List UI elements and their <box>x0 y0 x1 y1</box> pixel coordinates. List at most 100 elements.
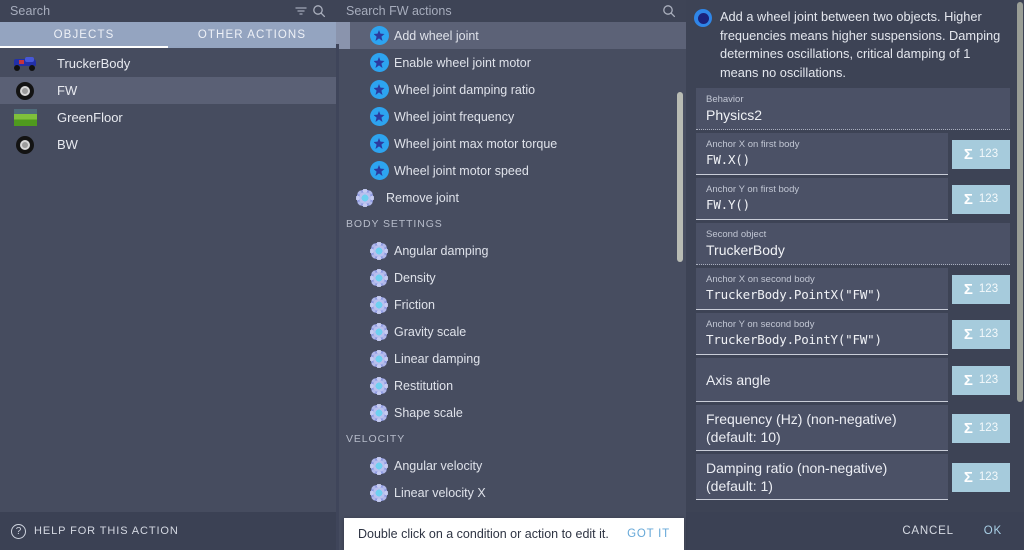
action-bullet-icon <box>694 9 712 27</box>
action-item-angular-velocity[interactable]: Angular velocity <box>336 452 686 479</box>
action-item-label: Gravity scale <box>394 324 467 339</box>
anchor-x-second-body-field[interactable]: Anchor X on second body TruckerBody.Poin… <box>696 268 948 310</box>
axis-angle-field[interactable]: Axis angle <box>696 358 948 402</box>
sigma-icon: Σ <box>963 419 973 437</box>
expression-editor-button[interactable]: Σ 123 <box>952 365 1010 395</box>
action-item-remove-joint[interactable]: Remove joint <box>336 184 686 211</box>
field-row-anchor-x-second-body: Anchor X on second body TruckerBody.Poin… <box>696 268 1010 310</box>
anchor-y-second-body-field[interactable]: Anchor Y on second body TruckerBody.Poin… <box>696 313 948 355</box>
action-item-shape-scale[interactable]: Shape scale <box>336 399 686 426</box>
action-item-linear-damping[interactable]: Linear damping <box>336 345 686 372</box>
tab-objects-label: OBJECTS <box>53 29 115 41</box>
gear-icon <box>364 376 394 395</box>
expression-editor-button[interactable]: Σ 123 <box>952 274 1010 304</box>
actions-search-input[interactable]: Search FW actions <box>346 4 660 18</box>
damping-ratio-field[interactable]: Damping ratio (non-negative) (default: 1… <box>696 454 948 500</box>
anchor-y-first-body-field[interactable]: Anchor Y on first body FW.Y() <box>696 178 948 220</box>
section-header-velocity: VELOCITY <box>346 433 406 445</box>
actions-list: Add wheel joint Enable wheel joint motor… <box>336 22 686 550</box>
ok-button[interactable]: OK <box>984 525 1002 537</box>
action-item-linear-velocity-x[interactable]: Linear velocity X <box>336 479 686 506</box>
field-value: TruckerBody.PointX("FW") <box>706 287 882 302</box>
parameter-fields: Behavior Physics2 Anchor X on first body… <box>686 88 1024 512</box>
objects-search-bar[interactable]: Search <box>0 0 336 22</box>
sigma-icon: Σ <box>963 468 973 486</box>
action-item-label: Add wheel joint <box>394 28 479 43</box>
tab-other-actions[interactable]: OTHER ACTIONS <box>168 22 336 48</box>
frequency-field[interactable]: Frequency (Hz) (non-negative) (default: … <box>696 405 948 451</box>
action-item-friction[interactable]: Friction <box>336 291 686 318</box>
number-label: 123 <box>978 148 999 160</box>
action-item-enable-wheel-joint-motor[interactable]: Enable wheel joint motor <box>336 49 686 76</box>
list-item-bw[interactable]: BW <box>0 131 336 158</box>
expression-editor-button[interactable]: Σ 123 <box>952 413 1010 443</box>
actions-search-bar[interactable]: Search FW actions <box>336 0 686 22</box>
help-label: HELP FOR THIS ACTION <box>34 525 179 537</box>
list-item-label: FW <box>57 83 78 98</box>
action-item-label: Shape scale <box>394 405 463 420</box>
field-row-frequency: Frequency (Hz) (non-negative) (default: … <box>696 405 1010 451</box>
action-item-restitution[interactable]: Restitution <box>336 372 686 399</box>
field-placeholder: Frequency (Hz) (non-negative) (default: … <box>706 411 897 445</box>
action-editor-dialog: Search OBJECTS OTHER ACTIONS TruckerBody… <box>0 0 1024 550</box>
search-icon[interactable] <box>310 2 328 20</box>
list-item-greenfloor[interactable]: GreenFloor <box>0 104 336 131</box>
list-item-label: BW <box>57 137 78 152</box>
gear-icon <box>364 295 394 314</box>
object-list: TruckerBody FW GreenFloor BW <box>0 48 336 512</box>
landscape-sprite-icon <box>12 108 38 127</box>
gear-icon <box>350 188 380 207</box>
action-item-wheel-joint-damping-ratio[interactable]: Wheel joint damping ratio <box>336 76 686 103</box>
search-icon[interactable] <box>660 2 678 20</box>
action-item-wheel-joint-frequency[interactable]: Wheel joint frequency <box>336 103 686 130</box>
action-item-gravity-scale[interactable]: Gravity scale <box>336 318 686 345</box>
truck-sprite-icon <box>12 54 38 73</box>
got-it-button[interactable]: GOT IT <box>627 528 670 540</box>
expression-editor-button[interactable]: Σ 123 <box>952 184 1010 214</box>
hint-tooltip: Double click on a condition or action to… <box>344 518 684 550</box>
parameters-panel: Add a wheel joint between two objects. H… <box>686 0 1024 550</box>
anchor-x-first-body-field[interactable]: Anchor X on first body FW.X() <box>696 133 948 175</box>
joint-icon <box>364 161 394 180</box>
list-item-truckerbody[interactable]: TruckerBody <box>0 50 336 77</box>
list-item-label: GreenFloor <box>57 110 123 125</box>
actions-list-scrollbar[interactable] <box>677 92 683 262</box>
action-item-density[interactable]: Density <box>336 264 686 291</box>
number-label: 123 <box>978 328 999 340</box>
objects-search-input[interactable]: Search <box>10 4 292 18</box>
list-left-edge <box>336 44 339 550</box>
filter-icon[interactable] <box>292 2 310 20</box>
expression-editor-button[interactable]: Σ 123 <box>952 462 1010 492</box>
help-for-this-action-button[interactable]: ? HELP FOR THIS ACTION <box>0 512 336 550</box>
gear-icon <box>364 268 394 287</box>
action-item-label: Angular velocity <box>394 458 483 473</box>
action-item-label: Density <box>394 270 436 285</box>
expression-editor-button[interactable]: Σ 123 <box>952 319 1010 349</box>
field-value: FW.Y() <box>706 197 750 212</box>
tab-objects[interactable]: OBJECTS <box>0 22 168 48</box>
list-item-label: TruckerBody <box>57 56 131 71</box>
objects-panel: Search OBJECTS OTHER ACTIONS TruckerBody… <box>0 0 336 550</box>
action-item-wheel-joint-max-motor-torque[interactable]: Wheel joint max motor torque <box>336 130 686 157</box>
expression-editor-button[interactable]: Σ 123 <box>952 139 1010 169</box>
second-object-field[interactable]: Second object TruckerBody <box>696 223 1010 265</box>
behavior-field[interactable]: Behavior Physics2 <box>696 88 1010 130</box>
action-item-label: Linear damping <box>394 351 481 366</box>
gear-icon <box>364 241 394 260</box>
field-placeholder: Damping ratio (non-negative) (default: 1… <box>706 460 888 494</box>
action-item-add-wheel-joint[interactable]: Add wheel joint <box>336 22 686 49</box>
field-row-second-object: Second object TruckerBody <box>696 223 1010 265</box>
action-item-angular-damping[interactable]: Angular damping <box>336 237 686 264</box>
field-label: Anchor X on first body <box>706 139 800 150</box>
joint-icon <box>364 134 394 153</box>
joint-icon <box>364 80 394 99</box>
gear-icon <box>364 349 394 368</box>
parameters-scrollbar[interactable] <box>1017 2 1023 402</box>
action-item-wheel-joint-motor-speed[interactable]: Wheel joint motor speed <box>336 157 686 184</box>
cancel-button[interactable]: CANCEL <box>902 525 953 537</box>
field-placeholder: Axis angle <box>706 372 771 388</box>
gear-icon <box>364 483 394 502</box>
field-row-damping-ratio: Damping ratio (non-negative) (default: 1… <box>696 454 1010 500</box>
action-item-label: Wheel joint frequency <box>394 109 515 124</box>
list-item-fw[interactable]: FW <box>0 77 336 104</box>
